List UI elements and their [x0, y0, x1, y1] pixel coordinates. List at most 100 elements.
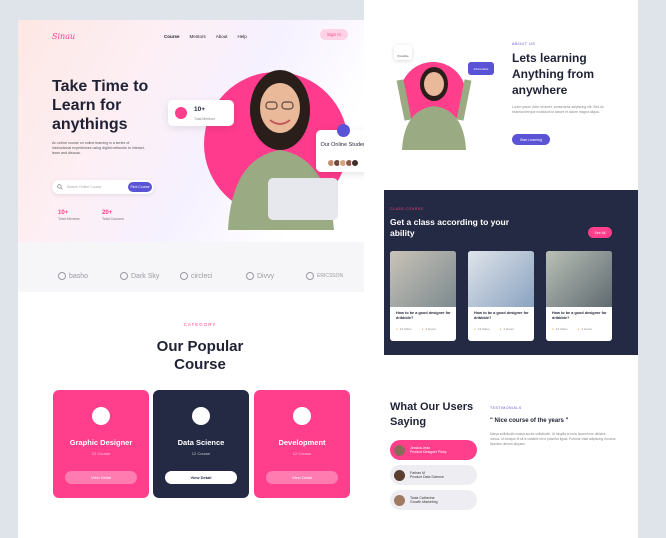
- hours-count: 4 Hours: [578, 327, 592, 331]
- class-card-meta: 12 Video 4 Hours: [396, 327, 436, 331]
- lessons-count: 12 Video: [474, 327, 490, 331]
- testimonial-user-role: Growth Marketing: [410, 500, 438, 504]
- about-title: Lets learning Anything from anywhere: [512, 51, 594, 97]
- testimonial-user-role: Product Designer Pinky: [410, 450, 447, 454]
- landing-page-left: Sinau Course Mentors About Help Sign In …: [18, 20, 382, 538]
- hours-count: 4 Hours: [500, 327, 514, 331]
- star-icon: [192, 407, 210, 425]
- testimonial-body: Marya sollicitudin massa auctor sollicit…: [490, 432, 616, 446]
- stat-courses: 20+ Total Courses: [102, 210, 124, 221]
- brand-logo-icon: [120, 272, 128, 280]
- course-card-title: Data Science: [177, 438, 225, 447]
- stat-label: Total Mentors: [58, 217, 80, 221]
- see-all-button[interactable]: See All: [588, 227, 612, 238]
- main-nav: Course Mentors About Help: [164, 34, 247, 39]
- hero-description: An online course on online learning is a…: [52, 141, 145, 155]
- brand-logo-icon: [58, 272, 66, 280]
- class-card-image: [546, 251, 612, 307]
- class-card[interactable]: How to be a good designer for dribbble? …: [468, 251, 534, 341]
- testimonial-user-item[interactable]: Farhan M Product Data Science: [390, 465, 477, 485]
- testimonial-title: What Our Users Saying: [390, 401, 474, 428]
- class-card[interactable]: How to be a good designer for dribbble? …: [546, 251, 612, 341]
- course-card-count: 12 Course: [191, 451, 211, 456]
- nav-help[interactable]: Help: [238, 34, 247, 39]
- nav-course[interactable]: Course: [164, 34, 180, 39]
- about-label: ABOUT US: [512, 42, 536, 46]
- testimonial-user-item[interactable]: Tania Catherine Growth Marketing: [390, 490, 477, 510]
- course-card-development[interactable]: Development 12 Course View Detail: [254, 390, 350, 498]
- brand-divvy: Divvy: [246, 272, 274, 280]
- class-card[interactable]: How to be a good designer for dribbble? …: [390, 251, 456, 341]
- class-title: Get a class according to your ability: [390, 217, 510, 238]
- mentors-count: 10+: [194, 106, 206, 113]
- about-student-photo: [396, 67, 472, 150]
- course-card-title: Graphic Designer: [69, 438, 133, 447]
- avatar: [351, 159, 359, 167]
- class-section: CLASS COURSE Get a class according to yo…: [384, 190, 638, 355]
- course-card-count: 12 Course: [91, 451, 111, 456]
- class-card-title: How to be a good designer for dribbble?: [396, 311, 451, 320]
- brand-logo-icon: [306, 272, 314, 280]
- avatar: [394, 444, 405, 456]
- heart-icon: [337, 124, 350, 137]
- lessons-count: 12 Video: [552, 327, 568, 331]
- avatar: [394, 469, 405, 481]
- mentors-badge: 10+ Total Mentors: [168, 100, 234, 126]
- logo[interactable]: Sinau: [52, 32, 75, 41]
- view-detail-button[interactable]: View Detail: [65, 471, 137, 484]
- class-card-image: [468, 251, 534, 307]
- testimonial-user-item[interactable]: Jessica Jean Product Designer Pinky: [390, 440, 477, 460]
- course-card-count: 12 Course: [292, 451, 312, 456]
- document-icon: [293, 407, 311, 425]
- possible-tag: Possible: [394, 45, 412, 60]
- view-detail-button[interactable]: View Detail: [266, 471, 338, 484]
- search-icon: [57, 184, 63, 190]
- nav-about[interactable]: About: [216, 34, 228, 39]
- hero-title: Take Time to Learn for anythings: [52, 78, 149, 133]
- nav-mentors[interactable]: Mentors: [190, 34, 206, 39]
- informative-tag: Informative: [468, 62, 494, 75]
- testimonial-user-role: Product Data Science: [410, 475, 444, 479]
- brand-ericsson: ERICSSON: [306, 272, 343, 280]
- stat-number: 10+: [58, 210, 69, 216]
- category-title: Our Popular Course: [156, 338, 244, 373]
- brand-darksky: Dark Sky: [120, 272, 159, 280]
- brand-logo-icon: [180, 272, 188, 280]
- about-text: Lorem ipsum dolor sit amet, consectetur …: [512, 105, 604, 114]
- search-placeholder: Search Online Course: [67, 185, 102, 189]
- class-label: CLASS COURSE: [390, 207, 424, 211]
- stat-label: Total Courses: [102, 217, 124, 221]
- class-card-meta: 12 Video 4 Hours: [474, 327, 514, 331]
- brand-logo-icon: [246, 272, 254, 280]
- start-learning-button[interactable]: Start Learning: [512, 134, 550, 145]
- course-card-title: Development: [278, 438, 326, 447]
- brand-strip: [18, 242, 382, 292]
- student-avatars: [327, 159, 359, 167]
- class-card-meta: 12 Video 4 Hours: [552, 327, 592, 331]
- stat-mentors: 10+ Total Mentors: [58, 210, 80, 221]
- course-search-bar[interactable]: Search Online Course Find Course: [52, 180, 154, 194]
- testimonial-quote: " Nice course of the years ": [490, 418, 569, 424]
- hours-count: 4 Hours: [422, 327, 436, 331]
- sign-in-button[interactable]: Sign In: [320, 29, 348, 40]
- mentor-icon: [175, 107, 187, 119]
- stat-number: 20+: [102, 210, 113, 216]
- mentors-label: Total Mentors: [194, 117, 216, 121]
- heart-icon: [92, 407, 110, 425]
- class-card-image: [390, 251, 456, 307]
- brand-circleci: circleci: [180, 272, 212, 280]
- class-card-title: How to be a good designer for dribbble?: [474, 311, 529, 320]
- lessons-count: 12 Video: [396, 327, 412, 331]
- hero-section: Sinau Course Mentors About Help Sign In …: [18, 20, 382, 242]
- testimonial-label: TESTIMONIALS: [490, 406, 522, 410]
- avatar: [394, 494, 405, 506]
- class-card-title: How to be a good designer for dribbble?: [552, 311, 607, 320]
- view-detail-button[interactable]: View Detail: [165, 471, 237, 484]
- brand-basho: basho: [58, 272, 88, 280]
- category-label: CATEGORY: [183, 322, 217, 327]
- course-card-data-science[interactable]: Data Science 12 Course View Detail: [153, 390, 249, 498]
- stage: Sinau Course Mentors About Help Sign In …: [0, 0, 666, 538]
- find-course-button[interactable]: Find Course: [128, 182, 152, 192]
- landing-page-right: Possible Informative ABOUT US Lets learn…: [364, 0, 638, 538]
- course-card-graphic-designer[interactable]: Graphic Designer 12 Course View Detail: [53, 390, 149, 498]
